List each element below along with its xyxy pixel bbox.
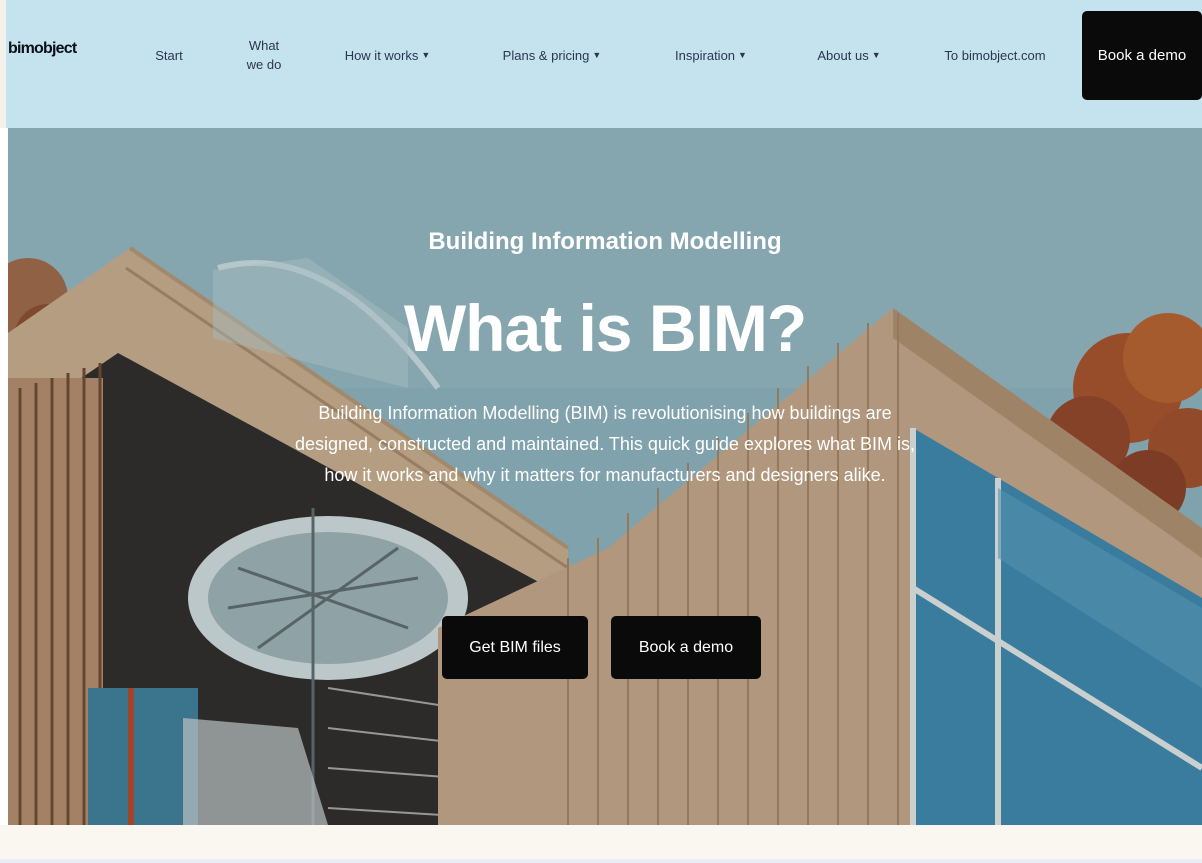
nav-item-label: To bimobject.com xyxy=(944,47,1046,63)
nav-item-plans-pricing[interactable]: Plans & pricing ▼ xyxy=(486,0,618,110)
book-demo-hero-button[interactable]: Book a demo xyxy=(611,616,761,679)
nav-left-strip xyxy=(0,0,6,128)
nav-item-what-we-do[interactable]: What we do xyxy=(240,0,288,110)
nav-item-label: About us xyxy=(817,47,869,63)
hero-content: Building Information Modelling What is B… xyxy=(8,128,1202,825)
get-bim-files-button[interactable]: Get BIM files xyxy=(442,616,588,679)
nav-item-label: What we do xyxy=(246,38,282,72)
bimobject-logo[interactable]: bimobject xyxy=(8,40,77,58)
chevron-down-icon: ▼ xyxy=(871,49,881,60)
hero-description: Building Information Modelling (BIM) is … xyxy=(294,403,915,485)
book-demo-nav-button[interactable]: Book a demo xyxy=(1082,11,1202,100)
nav-item-inspiration[interactable]: Inspiration ▼ xyxy=(656,0,766,110)
nav-item-about-us[interactable]: About us ▼ xyxy=(802,0,896,110)
chevron-down-icon: ▼ xyxy=(421,49,431,60)
nav-item-start[interactable]: Start xyxy=(138,0,200,110)
page-bottom-band xyxy=(0,825,1202,863)
nav-item-label: How it works xyxy=(344,47,419,63)
top-navigation: bimobject Start What we do How it works … xyxy=(0,0,1202,128)
hero-section: Building Information Modelling What is B… xyxy=(8,128,1202,825)
nav-item-label: Plans & pricing xyxy=(502,47,590,63)
nav-item-label: Start xyxy=(155,47,183,63)
page-bottom-divider xyxy=(0,859,1202,863)
chevron-down-icon: ▼ xyxy=(592,49,602,60)
chevron-down-icon: ▼ xyxy=(738,49,747,60)
hero-title: What is BIM? xyxy=(403,291,807,365)
nav-item-to-bimobject[interactable]: To bimobject.com xyxy=(940,0,1050,110)
hero-eyebrow: Building Information Modelling xyxy=(428,228,782,255)
nav-item-label: Inspiration xyxy=(675,47,736,63)
nav-item-how-it-works[interactable]: How it works ▼ xyxy=(330,0,445,110)
